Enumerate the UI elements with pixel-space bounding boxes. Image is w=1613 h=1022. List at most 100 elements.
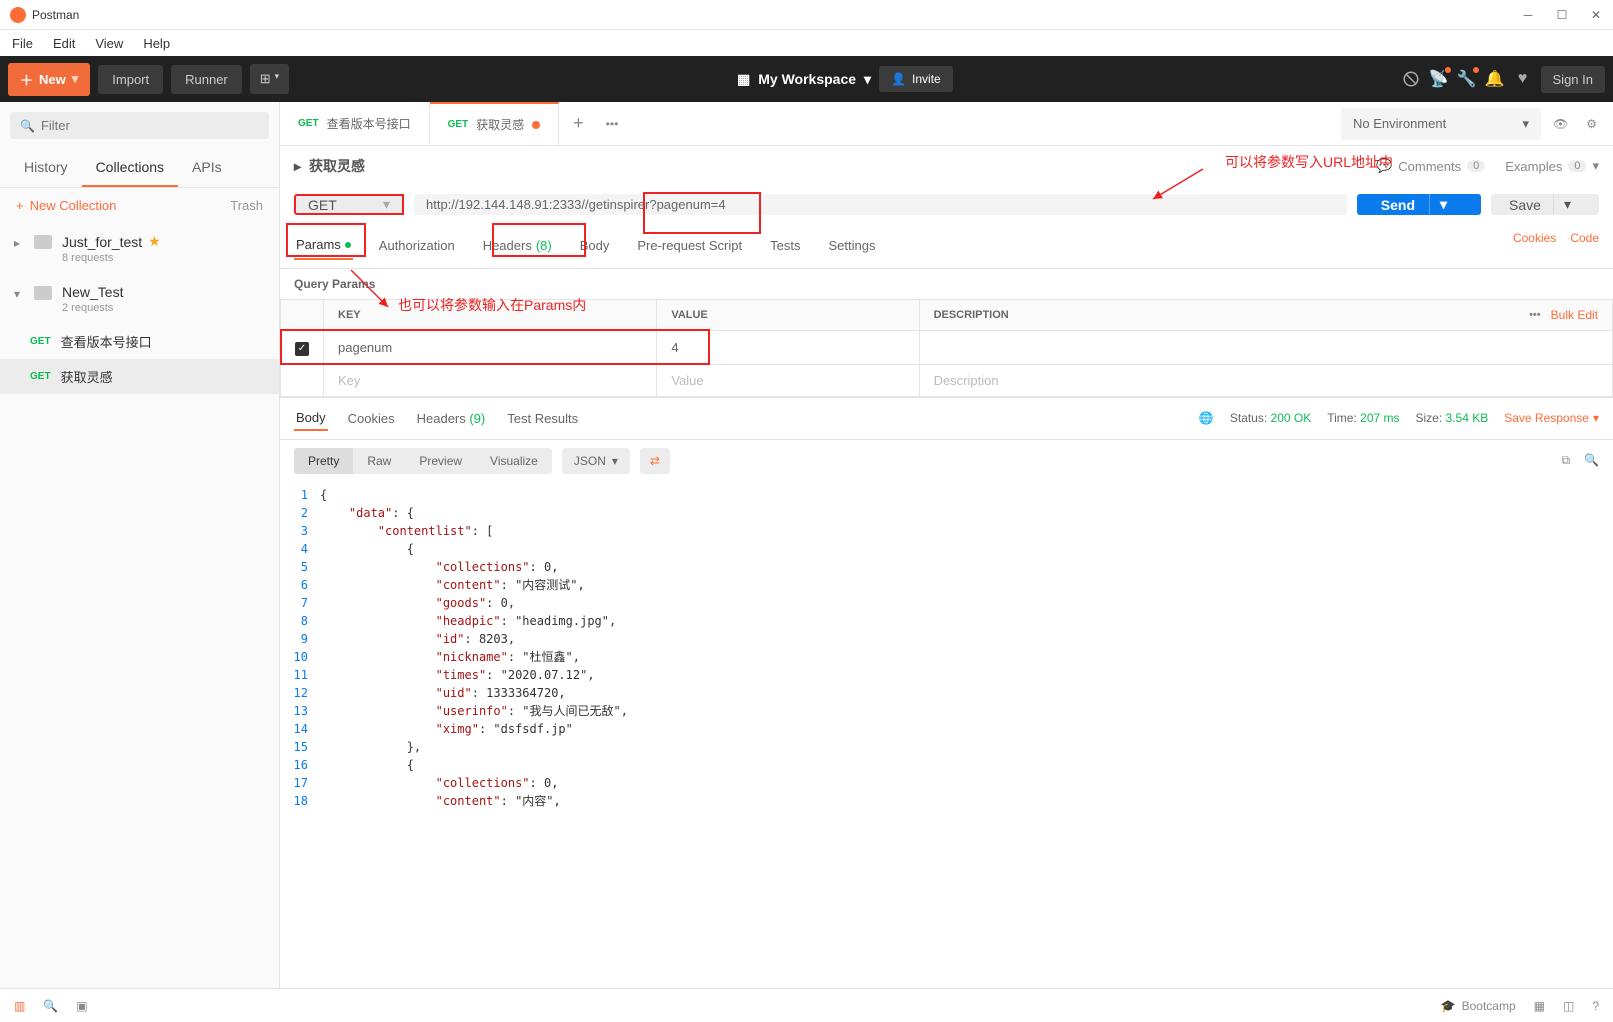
- sub-tab-prerequest[interactable]: Pre-request Script: [635, 231, 744, 260]
- filter-input-wrap[interactable]: 🔍: [10, 112, 269, 139]
- split-icon[interactable]: ◫: [1563, 999, 1574, 1013]
- view-raw[interactable]: Raw: [353, 448, 405, 474]
- resp-headers-count: (9): [469, 411, 485, 426]
- copy-icon[interactable]: ⧉: [1561, 453, 1570, 468]
- code-link[interactable]: Code: [1570, 231, 1599, 260]
- menu-edit[interactable]: Edit: [49, 34, 79, 53]
- cell-value[interactable]: 4: [657, 331, 919, 365]
- request-tab[interactable]: GET 查看版本号接口: [280, 103, 430, 144]
- chevron-down-icon[interactable]: ▾: [1553, 194, 1581, 215]
- view-pretty[interactable]: Pretty: [294, 448, 353, 474]
- table-row[interactable]: ✓ pagenum 4: [281, 331, 1613, 365]
- sub-tab-authorization[interactable]: Authorization: [377, 231, 457, 260]
- window-close-icon[interactable]: ✕: [1589, 8, 1603, 22]
- sidebar-tab-apis[interactable]: APIs: [178, 149, 236, 187]
- chevron-down-icon: ▾: [275, 71, 280, 87]
- chevron-right-icon: ▸: [294, 158, 301, 175]
- resp-tab-headers[interactable]: Headers (9): [415, 407, 488, 430]
- url-input-wrap[interactable]: [414, 194, 1347, 215]
- menu-file[interactable]: File: [8, 34, 37, 53]
- runner-button[interactable]: Runner: [171, 65, 242, 94]
- format-selector[interactable]: JSON ▾: [562, 448, 630, 474]
- resp-tab-body[interactable]: Body: [294, 406, 328, 431]
- chevron-down-icon: ▾: [864, 71, 871, 88]
- request-item[interactable]: GET 查看版本号接口: [0, 324, 279, 359]
- sub-tab-tests[interactable]: Tests: [768, 231, 802, 260]
- signin-button[interactable]: Sign In: [1541, 66, 1605, 93]
- send-button[interactable]: Send ▾: [1357, 194, 1481, 215]
- cell-key-placeholder[interactable]: Key: [324, 364, 657, 396]
- sub-tab-params[interactable]: Params: [294, 231, 353, 260]
- request-tab[interactable]: GET 获取灵感: [430, 102, 560, 145]
- postman-logo-icon: [10, 7, 26, 23]
- console-icon[interactable]: ▣: [76, 999, 87, 1013]
- bell-icon[interactable]: 🔔: [1485, 69, 1505, 89]
- save-button[interactable]: Save ▾: [1491, 194, 1599, 215]
- window-maximize-icon[interactable]: ☐: [1555, 8, 1569, 22]
- panels-icon[interactable]: ▦: [1534, 999, 1545, 1013]
- window-minimize-icon[interactable]: ─: [1521, 8, 1535, 22]
- search-icon[interactable]: 🔍: [1584, 453, 1599, 468]
- new-button[interactable]: ＋ New ▾: [8, 63, 90, 96]
- comments-button[interactable]: 💬 Comments 0: [1376, 158, 1485, 174]
- more-icon[interactable]: •••: [1529, 309, 1541, 321]
- environment-selector[interactable]: No Environment ▾: [1341, 108, 1541, 140]
- checkbox-checked-icon[interactable]: ✓: [295, 342, 309, 356]
- invite-button[interactable]: 👤 Invite: [879, 66, 953, 92]
- sub-tab-headers[interactable]: Headers (8): [481, 231, 554, 260]
- collection-item[interactable]: ▾ New_Test 2 requests: [0, 274, 279, 324]
- resp-tab-test-results[interactable]: Test Results: [505, 407, 580, 430]
- view-visualize[interactable]: Visualize: [476, 448, 552, 474]
- find-icon[interactable]: 🔍: [43, 999, 58, 1013]
- save-response-button[interactable]: Save Response ▾: [1504, 411, 1599, 425]
- sub-tab-body[interactable]: Body: [578, 231, 612, 260]
- tab-name: 查看版本号接口: [327, 115, 411, 132]
- satellite-icon[interactable]: 📡: [1429, 69, 1449, 89]
- method-badge: GET: [30, 371, 51, 382]
- wrench-icon[interactable]: 🔧: [1457, 69, 1477, 89]
- filter-input[interactable]: [41, 118, 259, 133]
- cell-value-placeholder[interactable]: Value: [657, 364, 919, 396]
- cookies-link[interactable]: Cookies: [1513, 231, 1556, 260]
- examples-button[interactable]: Examples 0 ▾: [1505, 158, 1599, 174]
- method-selector[interactable]: GET ▾: [294, 194, 404, 215]
- open-new-button[interactable]: ⊞▾: [250, 64, 289, 94]
- table-row-add[interactable]: Key Value Description: [281, 364, 1613, 396]
- menu-view[interactable]: View: [91, 34, 127, 53]
- size-label: Size:: [1416, 411, 1443, 425]
- workspace-selector[interactable]: ▦ My Workspace ▾: [737, 71, 871, 88]
- help-icon[interactable]: ?: [1592, 999, 1599, 1013]
- import-button[interactable]: Import: [98, 65, 163, 94]
- request-name: 查看版本号接口: [61, 332, 152, 351]
- tab-overflow-button[interactable]: •••: [598, 107, 627, 141]
- view-preview[interactable]: Preview: [405, 448, 476, 474]
- method-value: GET: [308, 197, 337, 213]
- trash-button[interactable]: Trash: [230, 198, 263, 213]
- url-input[interactable]: [426, 197, 1335, 212]
- sidebar-tab-collections[interactable]: Collections: [82, 149, 178, 187]
- sync-off-icon[interactable]: [1401, 69, 1421, 89]
- sub-tab-settings[interactable]: Settings: [826, 231, 877, 260]
- new-collection-button[interactable]: + New Collection: [16, 198, 116, 213]
- sidebar-tab-history[interactable]: History: [10, 149, 82, 187]
- add-tab-button[interactable]: +: [559, 103, 598, 144]
- sidebar-toggle-icon[interactable]: ▥: [14, 999, 25, 1013]
- request-name-area[interactable]: ▸ 获取灵感: [294, 156, 365, 176]
- wrap-lines-icon[interactable]: ⇄: [640, 448, 670, 474]
- cell-desc[interactable]: [919, 331, 1612, 365]
- gear-icon[interactable]: ⚙: [1580, 111, 1603, 137]
- bootcamp-button[interactable]: 🎓 Bootcamp: [1441, 999, 1516, 1013]
- chevron-down-icon[interactable]: ▾: [1429, 194, 1457, 215]
- collection-item[interactable]: ▸ Just_for_test★ 8 requests: [0, 223, 279, 274]
- globe-icon[interactable]: 🌐: [1199, 411, 1214, 425]
- heart-icon[interactable]: ♥: [1513, 69, 1533, 89]
- resp-tab-cookies[interactable]: Cookies: [346, 407, 397, 430]
- menu-help[interactable]: Help: [139, 34, 174, 53]
- request-item[interactable]: GET 获取灵感: [0, 359, 279, 394]
- eye-icon[interactable]: 👁: [1547, 111, 1574, 137]
- cell-key[interactable]: pagenum: [324, 331, 657, 365]
- cell-desc-placeholder[interactable]: Description: [919, 364, 1612, 396]
- response-body[interactable]: 1{2 "data": {3 "contentlist": [4 {5 "col…: [280, 482, 1613, 989]
- bulk-edit-button[interactable]: Bulk Edit: [1551, 308, 1598, 322]
- collection-name: New_Test: [62, 284, 123, 300]
